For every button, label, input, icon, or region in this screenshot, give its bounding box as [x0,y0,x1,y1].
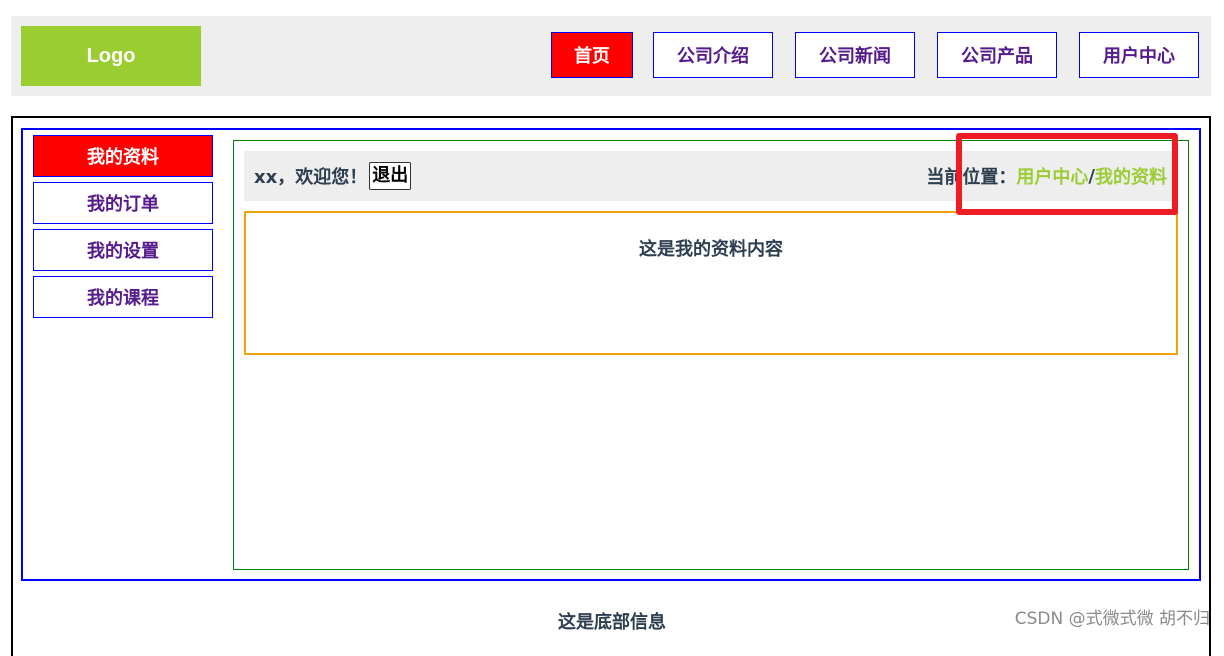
welcome-text: xx，欢迎您！ [254,167,368,188]
sidebar-item-my-settings[interactable]: 我的设置 [33,229,213,271]
nav-home[interactable]: 首页 [551,32,633,78]
nav-user-center[interactable]: 用户中心 [1079,32,1199,78]
profile-content-box: 这是我的资料内容 [244,211,1178,355]
breadcrumb-highlight-annotation [956,133,1178,215]
sidebar-item-my-courses[interactable]: 我的课程 [33,276,213,318]
nav-company-products[interactable]: 公司产品 [937,32,1057,78]
profile-content-text: 这是我的资料内容 [639,239,783,260]
nav-company-intro[interactable]: 公司介绍 [653,32,773,78]
welcome-area: xx，欢迎您！ 退出 [254,151,412,201]
sidebar-item-my-orders[interactable]: 我的订单 [33,182,213,224]
logo: Logo [21,26,201,86]
sidebar-item-my-profile[interactable]: 我的资料 [33,135,213,177]
watermark: CSDN @式微式微 胡不归 [1014,609,1210,629]
site-header: Logo 首页 公司介绍 公司新闻 公司产品 用户中心 [11,16,1211,96]
nav-company-news[interactable]: 公司新闻 [795,32,915,78]
logout-button[interactable]: 退出 [369,162,412,190]
